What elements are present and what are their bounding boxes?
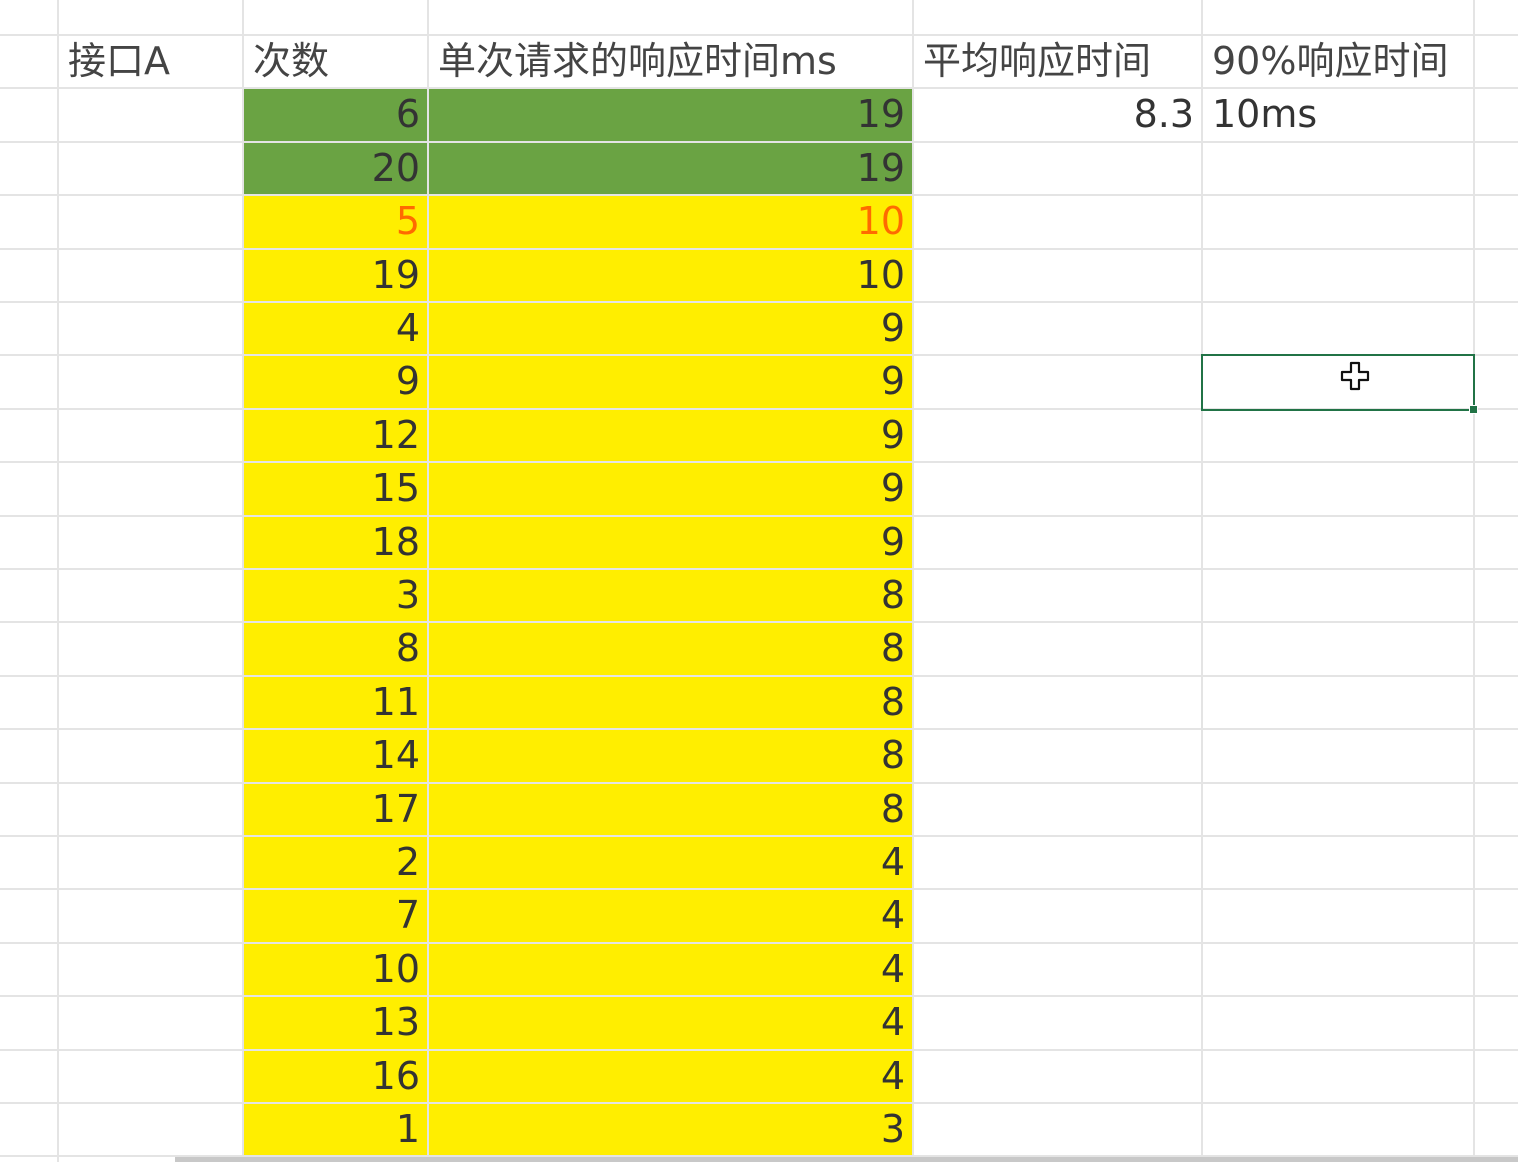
response-time-cell[interactable]: 8 [428, 729, 913, 782]
count-cell[interactable]: 10 [243, 943, 428, 996]
count-cell[interactable]: 8 [243, 622, 428, 675]
column-gridline [1473, 0, 1475, 1162]
count-cell[interactable]: 9 [243, 355, 428, 408]
response-time-cell[interactable]: 4 [428, 996, 913, 1049]
response-time-cell[interactable]: 19 [428, 88, 913, 141]
count-cell[interactable]: 16 [243, 1050, 428, 1103]
count-cell[interactable]: 5 [243, 195, 428, 248]
count-cell[interactable]: 19 [243, 249, 428, 302]
count-cell[interactable]: 14 [243, 729, 428, 782]
count-cell[interactable]: 2 [243, 836, 428, 889]
count-cell[interactable]: 11 [243, 676, 428, 729]
header-average-time-cell[interactable]: 平均响应时间 [913, 35, 1202, 88]
response-time-cell[interactable]: 4 [428, 836, 913, 889]
fill-handle[interactable] [1469, 404, 1478, 414]
response-time-cell[interactable]: 8 [428, 622, 913, 675]
p90-time-value-cell[interactable]: 10ms [1202, 88, 1474, 141]
response-time-cell[interactable]: 9 [428, 409, 913, 462]
response-time-cell[interactable]: 8 [428, 676, 913, 729]
column-gridline [57, 0, 59, 1162]
column-gridline [1201, 0, 1203, 1162]
count-cell[interactable]: 12 [243, 409, 428, 462]
count-cell[interactable]: 15 [243, 462, 428, 515]
response-time-cell[interactable]: 3 [428, 1103, 913, 1156]
spreadsheet-grid[interactable]: 接口A 次数 单次请求的响应时间ms 平均响应时间 90%响应时间 8.3 10… [0, 0, 1518, 1162]
response-time-cell[interactable]: 9 [428, 516, 913, 569]
response-time-cell[interactable]: 10 [428, 195, 913, 248]
count-cell[interactable]: 18 [243, 516, 428, 569]
response-time-cell[interactable]: 8 [428, 783, 913, 836]
horizontal-scrollbar[interactable] [175, 1157, 1518, 1162]
plus-cursor-icon [1340, 361, 1370, 391]
response-time-cell[interactable]: 9 [428, 302, 913, 355]
count-cell[interactable]: 17 [243, 783, 428, 836]
response-time-cell[interactable]: 4 [428, 889, 913, 942]
count-cell[interactable]: 6 [243, 88, 428, 141]
header-count-cell[interactable]: 次数 [243, 35, 428, 88]
count-cell[interactable]: 13 [243, 996, 428, 1049]
header-p90-time-cell[interactable]: 90%响应时间 [1202, 35, 1474, 88]
response-time-cell[interactable]: 8 [428, 569, 913, 622]
selected-cell[interactable] [1201, 354, 1478, 414]
response-time-cell[interactable]: 10 [428, 249, 913, 302]
response-time-cell[interactable]: 9 [428, 462, 913, 515]
count-cell[interactable]: 1 [243, 1103, 428, 1156]
average-time-value-cell[interactable]: 8.3 [913, 88, 1202, 141]
response-time-cell[interactable]: 4 [428, 943, 913, 996]
header-single-time-cell[interactable]: 单次请求的响应时间ms [428, 35, 913, 88]
response-time-cell[interactable]: 9 [428, 355, 913, 408]
count-cell[interactable]: 20 [243, 142, 428, 195]
response-time-cell[interactable]: 4 [428, 1050, 913, 1103]
count-cell[interactable]: 3 [243, 569, 428, 622]
response-time-cell[interactable]: 19 [428, 142, 913, 195]
count-cell[interactable]: 7 [243, 889, 428, 942]
header-interface-cell[interactable]: 接口A [58, 35, 243, 88]
count-cell[interactable]: 4 [243, 302, 428, 355]
